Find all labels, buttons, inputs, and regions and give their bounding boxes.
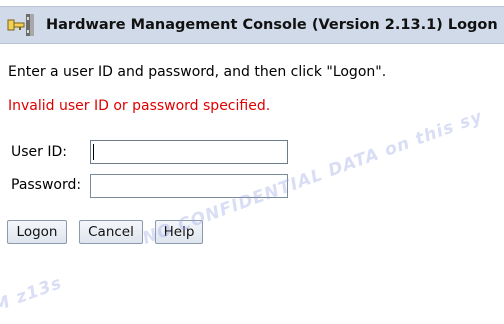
logon-button[interactable]: Logon [7,220,67,244]
help-button[interactable]: Help [155,220,203,244]
watermark-text-system: IBM z13s [0,272,65,324]
user-id-label: User ID: [11,144,67,160]
page-title: Hardware Management Console (Version 2.1… [46,17,498,33]
text-cursor [93,144,94,160]
instruction-text: Enter a user ID and password, and then c… [8,64,387,80]
user-id-field[interactable] [90,140,288,164]
password-label: Password: [11,177,82,193]
password-field[interactable] [90,174,288,198]
title-bar: Hardware Management Console (Version 2.1… [0,6,504,44]
key-lock-icon [7,14,34,36]
error-message: Invalid user ID or password specified. [8,98,271,114]
cancel-button[interactable]: Cancel [79,220,143,244]
